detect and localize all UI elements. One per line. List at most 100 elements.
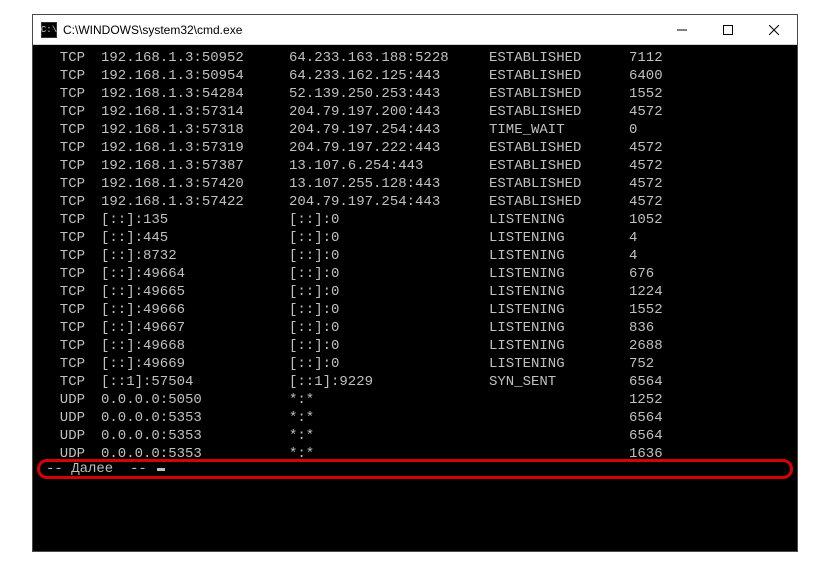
col-foreign: *:* bbox=[289, 409, 489, 427]
cursor bbox=[157, 468, 165, 471]
col-state bbox=[489, 391, 629, 409]
netstat-row: TCP192.168.1.3:5095464.233.162.125:443ES… bbox=[33, 67, 797, 85]
col-proto: TCP bbox=[43, 319, 101, 337]
netstat-row: TCP[::]:8732[::]:0LISTENING4 bbox=[33, 247, 797, 265]
col-foreign: 204.79.197.254:443 bbox=[289, 121, 489, 139]
col-foreign: 204.79.197.254:443 bbox=[289, 193, 489, 211]
titlebar[interactable]: C:\ C:\WINDOWS\system32\cmd.exe bbox=[33, 15, 797, 45]
col-proto: TCP bbox=[43, 121, 101, 139]
col-proto: TCP bbox=[43, 139, 101, 157]
col-proto: UDP bbox=[43, 391, 101, 409]
col-local: 192.168.1.3:57318 bbox=[101, 121, 289, 139]
netstat-row: TCP192.168.1.3:57319204.79.197.222:443ES… bbox=[33, 139, 797, 157]
col-proto: TCP bbox=[43, 157, 101, 175]
terminal-output[interactable]: TCP192.168.1.3:5095264.233.163.188:5228E… bbox=[33, 45, 797, 551]
close-button[interactable] bbox=[751, 15, 797, 44]
col-local: 192.168.1.3:54284 bbox=[101, 85, 289, 103]
cmd-window: C:\ C:\WINDOWS\system32\cmd.exe TCP192.1… bbox=[32, 14, 798, 552]
window-title: C:\WINDOWS\system32\cmd.exe bbox=[63, 23, 659, 37]
col-foreign: 204.79.197.222:443 bbox=[289, 139, 489, 157]
col-proto: TCP bbox=[43, 211, 101, 229]
col-state: ESTABLISHED bbox=[489, 139, 629, 157]
cmd-icon: C:\ bbox=[41, 22, 57, 38]
netstat-row: TCP[::]:49668[::]:0LISTENING2688 bbox=[33, 337, 797, 355]
netstat-row: UDP0.0.0.0:5353*:*6564 bbox=[33, 409, 797, 427]
col-local: [::]:49669 bbox=[101, 355, 289, 373]
col-pid: 4 bbox=[629, 229, 709, 247]
col-pid: 1252 bbox=[629, 391, 709, 409]
col-foreign: *:* bbox=[289, 427, 489, 445]
col-foreign: 204.79.197.200:443 bbox=[289, 103, 489, 121]
col-state: LISTENING bbox=[489, 265, 629, 283]
col-foreign: [::]:0 bbox=[289, 247, 489, 265]
col-local: 192.168.1.3:57420 bbox=[101, 175, 289, 193]
col-proto: TCP bbox=[43, 265, 101, 283]
col-local: 192.168.1.3:50952 bbox=[101, 49, 289, 67]
col-foreign: 13.107.255.128:443 bbox=[289, 175, 489, 193]
col-pid: 676 bbox=[629, 265, 709, 283]
netstat-row: TCP192.168.1.3:5742013.107.255.128:443ES… bbox=[33, 175, 797, 193]
col-state: ESTABLISHED bbox=[489, 103, 629, 121]
col-proto: TCP bbox=[43, 175, 101, 193]
window-controls bbox=[659, 15, 797, 44]
col-state: LISTENING bbox=[489, 211, 629, 229]
col-proto: TCP bbox=[43, 67, 101, 85]
maximize-button[interactable] bbox=[705, 15, 751, 44]
col-state: LISTENING bbox=[489, 355, 629, 373]
col-foreign: [::]:0 bbox=[289, 355, 489, 373]
col-pid: 4572 bbox=[629, 157, 709, 175]
col-pid: 7112 bbox=[629, 49, 709, 67]
col-pid: 6564 bbox=[629, 373, 709, 391]
netstat-row: TCP[::]:49665[::]:0LISTENING1224 bbox=[33, 283, 797, 301]
netstat-row: TCP192.168.1.3:57314204.79.197.200:443ES… bbox=[33, 103, 797, 121]
col-proto: TCP bbox=[43, 247, 101, 265]
col-proto: TCP bbox=[43, 229, 101, 247]
col-state: ESTABLISHED bbox=[489, 49, 629, 67]
col-local: [::]:49664 bbox=[101, 265, 289, 283]
col-state: ESTABLISHED bbox=[489, 67, 629, 85]
pager-highlight: -- Далее -- bbox=[37, 459, 793, 479]
col-local: 0.0.0.0:5050 bbox=[101, 391, 289, 409]
col-pid: 4572 bbox=[629, 193, 709, 211]
col-local: [::]:8732 bbox=[101, 247, 289, 265]
col-local: [::]:49667 bbox=[101, 319, 289, 337]
col-pid: 752 bbox=[629, 355, 709, 373]
col-proto: TCP bbox=[43, 301, 101, 319]
col-pid: 4572 bbox=[629, 139, 709, 157]
col-local: 0.0.0.0:5353 bbox=[101, 409, 289, 427]
col-state bbox=[489, 409, 629, 427]
col-state: LISTENING bbox=[489, 283, 629, 301]
minimize-button[interactable] bbox=[659, 15, 705, 44]
col-proto: TCP bbox=[43, 85, 101, 103]
netstat-row: TCP[::]:135[::]:0LISTENING1052 bbox=[33, 211, 797, 229]
col-proto: TCP bbox=[43, 373, 101, 391]
col-pid: 0 bbox=[629, 121, 709, 139]
col-foreign: [::]:0 bbox=[289, 211, 489, 229]
col-proto: TCP bbox=[43, 103, 101, 121]
netstat-row: TCP192.168.1.3:5428452.139.250.253:443ES… bbox=[33, 85, 797, 103]
col-proto: TCP bbox=[43, 337, 101, 355]
netstat-row: TCP192.168.1.3:57422204.79.197.254:443ES… bbox=[33, 193, 797, 211]
netstat-row: TCP192.168.1.3:5095264.233.163.188:5228E… bbox=[33, 49, 797, 67]
col-local: [::]:135 bbox=[101, 211, 289, 229]
netstat-row: TCP192.168.1.3:57318204.79.197.254:443TI… bbox=[33, 121, 797, 139]
col-foreign: [::]:0 bbox=[289, 229, 489, 247]
netstat-row: TCP[::]:49666[::]:0LISTENING1552 bbox=[33, 301, 797, 319]
col-foreign: 52.139.250.253:443 bbox=[289, 85, 489, 103]
col-pid: 4 bbox=[629, 247, 709, 265]
col-state: TIME_WAIT bbox=[489, 121, 629, 139]
col-pid: 836 bbox=[629, 319, 709, 337]
col-pid: 1552 bbox=[629, 301, 709, 319]
col-local: [::1]:57504 bbox=[101, 373, 289, 391]
col-proto: TCP bbox=[43, 49, 101, 67]
col-foreign: 13.107.6.254:443 bbox=[289, 157, 489, 175]
col-pid: 1224 bbox=[629, 283, 709, 301]
col-foreign: 64.233.162.125:443 bbox=[289, 67, 489, 85]
col-pid: 6564 bbox=[629, 409, 709, 427]
col-local: [::]:49665 bbox=[101, 283, 289, 301]
col-foreign: *:* bbox=[289, 391, 489, 409]
col-state: SYN_SENT bbox=[489, 373, 629, 391]
col-pid: 6564 bbox=[629, 427, 709, 445]
col-foreign: [::]:0 bbox=[289, 265, 489, 283]
col-proto: TCP bbox=[43, 283, 101, 301]
